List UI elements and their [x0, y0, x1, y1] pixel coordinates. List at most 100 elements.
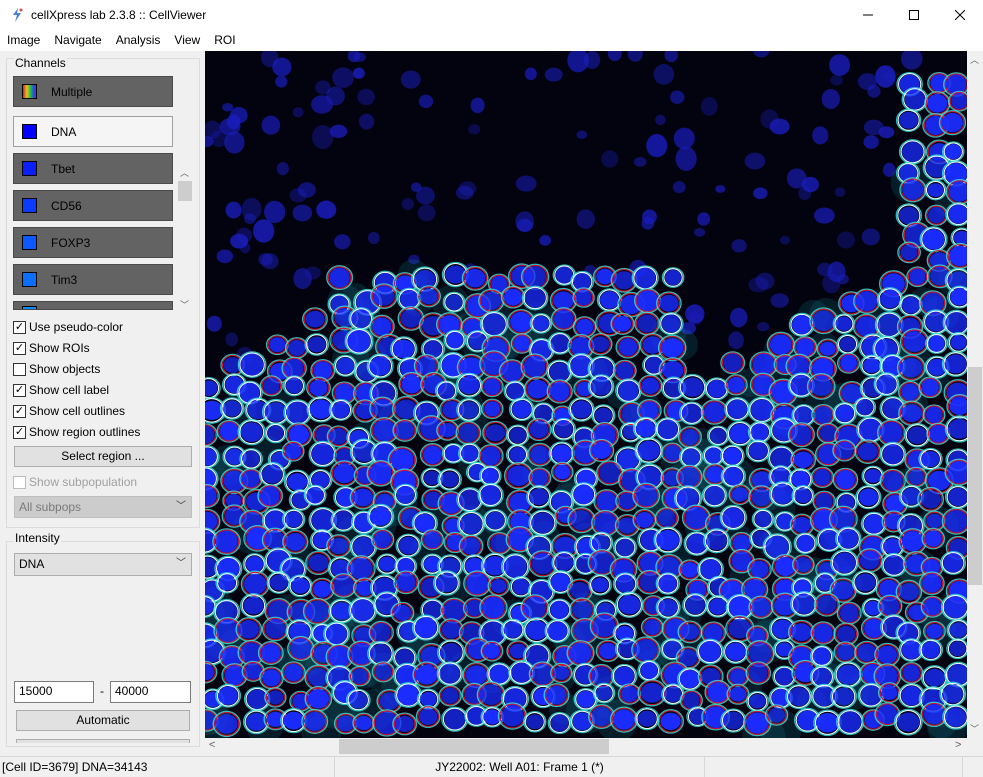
- checkbox-checked[interactable]: ✓: [13, 320, 26, 334]
- option-pseudo-color[interactable]: ✓ Use pseudo-color: [13, 318, 123, 336]
- background-nucleus: [748, 277, 769, 293]
- option-show-region-outlines[interactable]: ✓ Show region outlines: [13, 423, 140, 441]
- cell-nucleus: [550, 333, 570, 353]
- option-show-subpopulation[interactable]: Show subpopulation: [13, 473, 137, 491]
- cell-nucleus: [750, 560, 769, 579]
- scroll-left-icon[interactable]: <: [209, 739, 215, 751]
- cell-nucleus: [552, 291, 574, 310]
- cell-nucleus: [591, 706, 612, 727]
- checkbox-checked[interactable]: ✓: [13, 404, 26, 418]
- option-show-cell-label[interactable]: ✓ Show cell label: [13, 381, 109, 399]
- image-vertical-scrollbar[interactable]: ︿ ﹀: [967, 51, 983, 738]
- cell-nucleus: [247, 689, 268, 709]
- option-label: Use pseudo-color: [29, 320, 124, 334]
- checkbox-checked[interactable]: ✓: [13, 341, 26, 355]
- background-nucleus: [827, 261, 846, 283]
- option-show-rois[interactable]: ✓ Show ROIs: [13, 339, 90, 357]
- checkbox-checked[interactable]: ✓: [13, 425, 26, 439]
- option-show-cell-outlines[interactable]: ✓ Show cell outlines: [13, 402, 125, 420]
- scroll-right-icon[interactable]: >: [955, 739, 961, 751]
- cell-nucleus: [637, 440, 661, 461]
- checkbox-unchecked[interactable]: [13, 362, 26, 376]
- channel-partial-button[interactable]: [13, 301, 173, 310]
- subpop-select[interactable]: All subpops ﹀: [14, 496, 192, 518]
- scroll-down-icon[interactable]: ﹀: [180, 298, 189, 311]
- cell-nucleus: [613, 709, 635, 730]
- intensity-channel-select[interactable]: DNA ﹀: [14, 553, 192, 576]
- cell-nucleus: [306, 600, 329, 623]
- automatic-button[interactable]: Automatic: [16, 710, 190, 731]
- scroll-thumb[interactable]: [339, 739, 609, 754]
- cell-nucleus: [349, 557, 373, 580]
- channel-dna-button[interactable]: DNA: [13, 116, 173, 147]
- cell-nucleus: [748, 663, 768, 683]
- cell-nucleus: [490, 579, 507, 594]
- scroll-up-icon[interactable]: ︿: [970, 53, 979, 66]
- menu-navigate[interactable]: Navigate: [47, 30, 108, 51]
- cell-nucleus: [636, 420, 656, 438]
- cell-nucleus: [944, 596, 967, 619]
- cell-image[interactable]: [205, 51, 967, 738]
- cell-image-viewer[interactable]: [205, 51, 967, 738]
- menu-analysis[interactable]: Analysis: [109, 30, 168, 51]
- close-button[interactable]: [937, 0, 983, 30]
- menu-view[interactable]: View: [167, 30, 207, 51]
- cell-nucleus: [423, 530, 441, 549]
- cell-nucleus: [439, 663, 461, 684]
- checkbox-unchecked[interactable]: [13, 475, 26, 489]
- channel-multiple-button[interactable]: Multiple: [13, 76, 173, 107]
- maximize-button[interactable]: [891, 0, 937, 30]
- background-nucleus: [312, 124, 334, 150]
- checkbox-checked[interactable]: ✓: [13, 383, 26, 397]
- channel-foxp3-button[interactable]: FOXP3: [13, 227, 173, 258]
- cell-nucleus: [927, 93, 948, 113]
- cell-nucleus: [485, 424, 506, 442]
- menu-roi[interactable]: ROI: [207, 30, 242, 51]
- channel-tbet-button[interactable]: Tbet: [13, 153, 173, 184]
- cell-nucleus: [922, 573, 942, 593]
- image-horizontal-scrollbar[interactable]: < >: [205, 738, 967, 755]
- cell-nucleus: [664, 269, 682, 286]
- cell-nucleus: [306, 486, 324, 504]
- scroll-thumb[interactable]: [178, 181, 192, 201]
- cell-nucleus: [291, 491, 310, 509]
- intensity-label: Intensity: [14, 531, 61, 545]
- background-nucleus: [304, 266, 321, 280]
- cell-nucleus: [723, 711, 744, 730]
- cell-nucleus: [440, 471, 459, 488]
- scroll-up-icon[interactable]: ︿: [180, 166, 189, 179]
- intensity-min-input[interactable]: 15000: [14, 681, 94, 703]
- cell-nucleus: [908, 469, 925, 485]
- cell-nucleus: [501, 361, 523, 382]
- scroll-thumb[interactable]: [968, 367, 982, 585]
- cell-nucleus: [681, 429, 699, 446]
- select-region-button[interactable]: Select region ...: [14, 446, 192, 467]
- cell-nucleus: [707, 681, 728, 703]
- option-show-objects[interactable]: Show objects: [13, 360, 100, 378]
- intensity-max-input[interactable]: 40000: [110, 681, 191, 703]
- cell-nucleus: [240, 422, 263, 443]
- cell-nucleus: [857, 442, 879, 461]
- channel-cd56-button[interactable]: CD56: [13, 190, 173, 221]
- cell-nucleus: [304, 711, 326, 732]
- cell-nucleus: [415, 664, 438, 685]
- partial-button[interactable]: [16, 739, 190, 743]
- cell-nucleus: [920, 490, 941, 509]
- cell-nucleus: [769, 334, 792, 355]
- cell-nucleus: [480, 484, 501, 506]
- scroll-down-icon[interactable]: ﹀: [970, 722, 979, 735]
- minimize-button[interactable]: [845, 0, 891, 30]
- cell-nucleus: [682, 403, 702, 423]
- channel-list-scrollbar[interactable]: ︿ ﹀: [177, 165, 192, 311]
- cell-nucleus: [288, 339, 306, 357]
- cell-nucleus: [461, 445, 479, 462]
- cell-nucleus: [479, 684, 503, 706]
- background-nucleus: [353, 52, 366, 63]
- menu-image[interactable]: Image: [0, 30, 47, 51]
- cell-nucleus: [613, 316, 632, 332]
- cell-nucleus: [311, 443, 334, 465]
- cell-nucleus: [901, 383, 919, 401]
- background-nucleus: [468, 124, 481, 135]
- cell-nucleus: [750, 399, 773, 421]
- channel-tim3-button[interactable]: Tim3: [13, 264, 173, 295]
